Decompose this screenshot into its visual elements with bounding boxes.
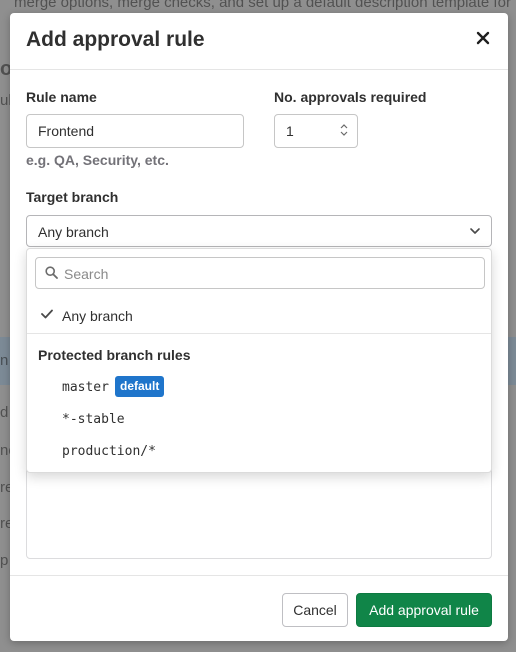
- branch-name: master: [62, 380, 109, 395]
- dropdown-item-branch-stable[interactable]: *-stable: [27, 403, 491, 435]
- branch-name: production/*: [62, 444, 156, 459]
- add-approval-rule-modal: Add approval rule Rule name e.g. QA, Sec…: [10, 13, 508, 641]
- rule-name-input[interactable]: [26, 114, 244, 148]
- target-branch-selected-value: Any branch: [38, 224, 109, 240]
- search-icon: [45, 266, 58, 279]
- branch-name: *-stable: [62, 412, 125, 427]
- dropdown-item-any-branch[interactable]: Any branch: [27, 299, 491, 331]
- rule-name-label: Rule name: [26, 89, 97, 105]
- modal-header: Add approval rule: [10, 13, 508, 70]
- cancel-button[interactable]: Cancel: [282, 593, 348, 627]
- modal-title: Add approval rule: [26, 28, 205, 51]
- stepper-icon[interactable]: [340, 123, 348, 137]
- branch-search-box[interactable]: [35, 257, 485, 290]
- dropdown-divider: [27, 333, 491, 334]
- modal-footer: Cancel Add approval rule: [10, 575, 508, 642]
- chevron-down-icon: [470, 228, 480, 234]
- branch-dropdown-menu: Any branch Protected branch rules master…: [26, 248, 492, 473]
- default-badge: default: [115, 376, 165, 397]
- background-text-fragment: p: [0, 552, 9, 569]
- add-approval-rule-button[interactable]: Add approval rule: [356, 593, 492, 627]
- close-icon: [476, 31, 490, 45]
- branch-search-input[interactable]: [62, 258, 476, 290]
- target-branch-select[interactable]: Any branch: [26, 215, 492, 247]
- close-button[interactable]: [472, 27, 494, 49]
- check-icon: [41, 309, 53, 319]
- dropdown-item-label: Any branch: [62, 308, 133, 324]
- target-branch-label: Target branch: [26, 189, 119, 205]
- rule-name-hint: e.g. QA, Security, etc.: [26, 152, 169, 168]
- approvals-required-stepper[interactable]: [274, 114, 358, 148]
- background-description-text: merge options, merge checks, and set up …: [14, 0, 516, 11]
- dropdown-item-branch-master[interactable]: master default: [27, 371, 491, 403]
- approvals-required-label: No. approvals required: [274, 89, 427, 105]
- dropdown-item-branch-production[interactable]: production/*: [27, 435, 491, 467]
- protected-branch-rules-header: Protected branch rules: [38, 347, 191, 363]
